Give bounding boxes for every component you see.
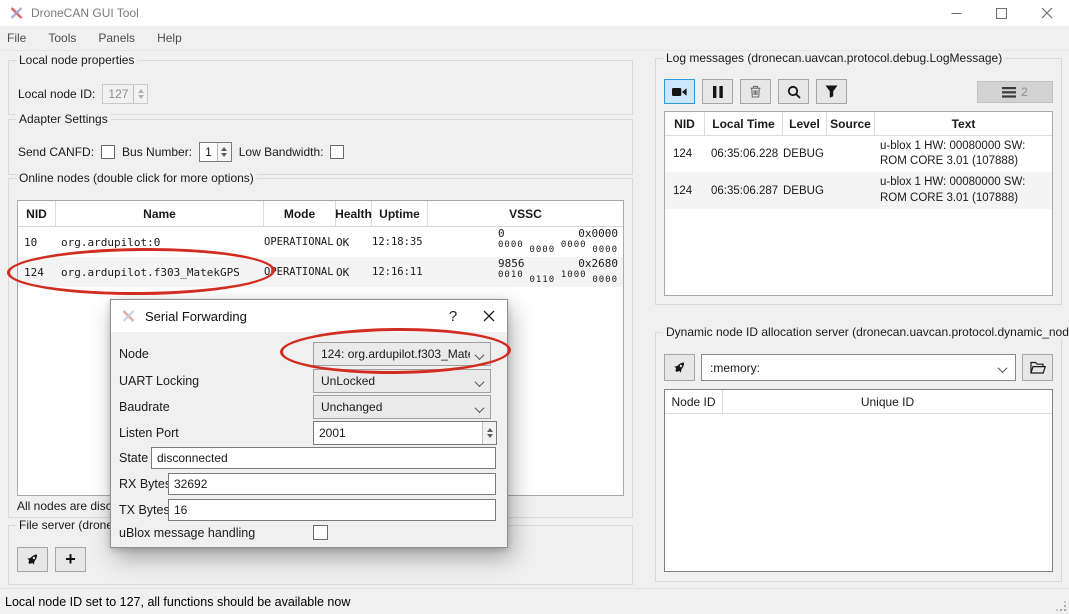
table-header: NID Local Time Level Source Text [665, 112, 1052, 136]
spinner-arrows-icon[interactable] [133, 85, 147, 103]
storage-path: :memory: [710, 361, 760, 375]
log-messages-group: Log messages (dronecan.uavcan.protocol.d… [655, 58, 1062, 305]
app-icon [121, 309, 136, 323]
state-field[interactable]: disconnected [151, 447, 496, 469]
start-file-server-button[interactable] [17, 547, 48, 572]
filter-button[interactable] [816, 79, 847, 104]
vssc-bits: 0000 0000 0000 0000 [498, 240, 618, 254]
dialog-title-bar[interactable]: Serial Forwarding ? [111, 300, 507, 332]
search-icon [787, 85, 801, 99]
vssc-decimal: 0 [498, 228, 505, 240]
spinner-arrows-icon[interactable] [482, 422, 496, 444]
tx-bytes-field[interactable]: 16 [168, 499, 496, 521]
pause-button[interactable] [702, 79, 733, 104]
allocation-table-path-combobox[interactable]: :memory: [701, 354, 1016, 381]
log-toolbar: 2 [664, 79, 1053, 104]
menu-help[interactable]: Help [146, 31, 193, 45]
title-bar: DroneCAN GUI Tool [0, 0, 1069, 26]
chevron-down-icon [475, 377, 485, 387]
chevron-down-icon [998, 363, 1008, 373]
listen-port-label: Listen Port [119, 426, 179, 440]
start-allocation-server-button[interactable] [664, 354, 695, 381]
allocation-table: Node ID Unique ID [664, 389, 1053, 572]
table-header: NID Name Mode Health Uptime VSSC [18, 201, 623, 227]
adapter-settings-group: Adapter Settings Send CANFD: Bus Number:… [8, 119, 633, 175]
group-title: Dynamic node ID allocation server (drone… [663, 325, 1069, 339]
dialog-close-button[interactable] [471, 300, 507, 332]
menu-file[interactable]: File [0, 31, 37, 45]
tx-bytes-label: TX Bytes [119, 503, 170, 517]
local-node-id-label: Local node ID: [18, 87, 95, 101]
ublox-handling-checkbox[interactable] [313, 525, 328, 540]
dialog-title: Serial Forwarding [145, 309, 247, 324]
rocket-icon [26, 553, 40, 567]
vssc-bits: 0010 0110 1000 0000 [498, 270, 618, 284]
app-icon [9, 6, 24, 20]
resize-grip[interactable] [1054, 599, 1067, 612]
record-button[interactable] [664, 79, 695, 104]
baudrate-combobox[interactable]: Unchanged [313, 395, 491, 419]
bus-number-label: Bus Number: [122, 145, 192, 159]
paused-messages-counter-button[interactable]: 2 [977, 81, 1053, 103]
close-button[interactable] [1024, 0, 1069, 26]
menu-panels[interactable]: Panels [87, 31, 146, 45]
maximize-button[interactable] [979, 0, 1024, 26]
vssc-hex: 0x0000 [578, 228, 618, 240]
group-title: Local node properties [16, 53, 137, 67]
trash-icon [749, 85, 762, 98]
log-row[interactable]: 124 06:35:06.287 DEBUG u-blox 1 HW: 0008… [665, 172, 1052, 208]
window-controls [934, 0, 1069, 26]
rx-bytes-field[interactable]: 32692 [168, 473, 496, 495]
low-bandwidth-checkbox[interactable] [330, 145, 344, 159]
menu-bar: File Tools Panels Help [0, 26, 1069, 51]
status-bar: Local node ID set to 127, all functions … [0, 588, 1069, 614]
local-node-properties-group: Local node properties Local node ID: 127 [8, 60, 633, 115]
uart-locking-label: UART Locking [119, 374, 199, 388]
state-label: State [119, 451, 148, 465]
bus-number-spinner[interactable]: 1 [199, 142, 232, 162]
paused-count: 2 [1021, 85, 1028, 99]
filter-funnel-icon [825, 85, 838, 98]
ublox-handling-label: uBlox message handling [119, 526, 255, 540]
group-title: Online nodes (double click for more opti… [16, 171, 257, 185]
menu-tools[interactable]: Tools [37, 31, 87, 45]
add-path-button[interactable]: + [55, 547, 86, 572]
dialog-help-button[interactable]: ? [435, 300, 471, 332]
log-row[interactable]: 124 06:35:06.228 DEBUG u-blox 1 HW: 0008… [665, 136, 1052, 172]
log-messages-table: NID Local Time Level Source Text 124 06:… [664, 111, 1053, 296]
window-title: DroneCAN GUI Tool [31, 6, 139, 20]
rx-bytes-label: RX Bytes [119, 477, 171, 491]
local-node-id-spinner[interactable]: 127 [102, 84, 148, 104]
camera-icon [672, 86, 687, 98]
table-header: Node ID Unique ID [665, 390, 1052, 414]
send-canfd-label: Send CANFD: [18, 145, 94, 159]
send-canfd-checkbox[interactable] [101, 145, 115, 159]
vssc-decimal: 9856 [498, 258, 525, 270]
search-button[interactable] [778, 79, 809, 104]
vssc-hex: 0x2680 [578, 258, 618, 270]
node-label: Node [119, 347, 149, 361]
plus-icon: + [65, 554, 76, 564]
clear-log-button[interactable] [740, 79, 771, 104]
chevron-down-icon [475, 403, 485, 413]
listen-port-spinner[interactable]: 2001 [313, 421, 497, 445]
list-icon [1002, 87, 1016, 98]
spinner-arrows-icon[interactable] [217, 143, 231, 161]
baudrate-label: Baudrate [119, 400, 170, 414]
dynamic-node-id-group: Dynamic node ID allocation server (drone… [655, 332, 1062, 582]
folder-open-icon [1030, 361, 1046, 374]
status-text: Local node ID set to 127, all functions … [5, 595, 350, 609]
browse-file-button[interactable] [1022, 354, 1053, 381]
nodes-discovery-status: All nodes are discov [17, 499, 124, 513]
group-title: Log messages (dronecan.uavcan.protocol.d… [663, 51, 1005, 65]
low-bandwidth-label: Low Bandwidth: [239, 145, 324, 159]
minimize-button[interactable] [934, 0, 979, 26]
rocket-icon [673, 361, 687, 375]
pause-icon [713, 86, 723, 98]
group-title: Adapter Settings [16, 112, 111, 126]
